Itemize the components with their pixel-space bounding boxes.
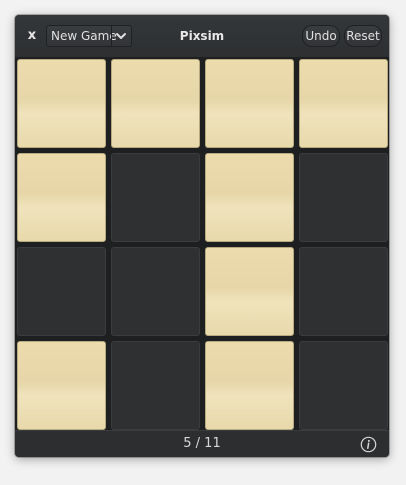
tile-r1-c2[interactable] xyxy=(111,59,200,148)
tile-r3-c1[interactable] xyxy=(17,247,106,336)
game-window: x New Game Pixsim Undo Reset 5 / 11 xyxy=(15,15,389,457)
tile-r3-c4[interactable] xyxy=(299,247,388,336)
new-game-label: New Game xyxy=(51,29,117,43)
tile-r1-c3[interactable] xyxy=(205,59,294,148)
tile-r3-c3[interactable] xyxy=(205,247,294,336)
info-icon[interactable] xyxy=(360,436,377,453)
header-bar: x New Game Pixsim Undo Reset xyxy=(15,15,389,58)
combo-separator xyxy=(111,26,112,46)
reset-button[interactable]: Reset xyxy=(344,25,382,47)
tile-r4-c3[interactable] xyxy=(205,341,294,430)
tile-r4-c2[interactable] xyxy=(111,341,200,430)
tile-r4-c4[interactable] xyxy=(299,341,388,430)
tile-r2-c3[interactable] xyxy=(205,153,294,242)
tile-r2-c1[interactable] xyxy=(17,153,106,242)
app-title: Pixsim xyxy=(179,29,225,43)
new-game-combo[interactable]: New Game xyxy=(46,25,132,47)
tile-r1-c4[interactable] xyxy=(299,59,388,148)
tile-r2-c2[interactable] xyxy=(111,153,200,242)
chevron-down-icon[interactable] xyxy=(113,28,129,44)
tile-r3-c2[interactable] xyxy=(111,247,200,336)
move-counter: 5 / 11 xyxy=(183,436,221,451)
tile-r1-c1[interactable] xyxy=(17,59,106,148)
undo-button[interactable]: Undo xyxy=(302,25,340,47)
game-board xyxy=(15,57,389,430)
status-bar: 5 / 11 xyxy=(15,430,389,457)
close-button[interactable]: x xyxy=(25,28,39,44)
tile-r2-c4[interactable] xyxy=(299,153,388,242)
tile-r4-c1[interactable] xyxy=(17,341,106,430)
